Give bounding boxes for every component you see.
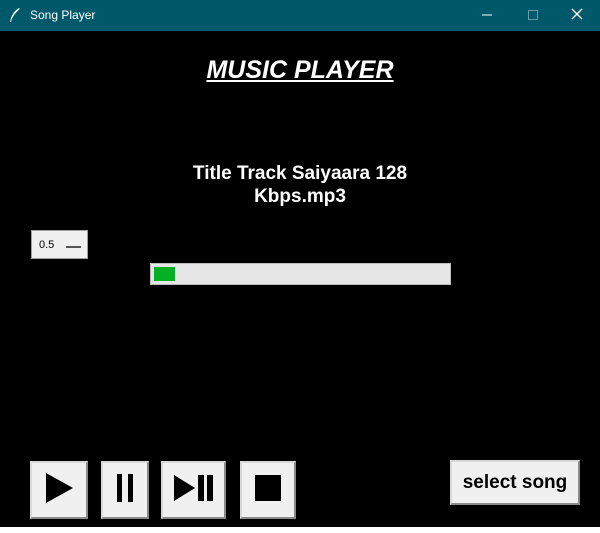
close-icon — [571, 7, 583, 25]
play-pause-button[interactable] — [161, 461, 226, 519]
select-song-button[interactable]: select song — [450, 460, 580, 505]
song-title: Title Track Saiyaara 128 Kbps.mp3 — [192, 163, 408, 207]
close-button[interactable] — [554, 0, 600, 31]
title-bar[interactable]: Song Player — [0, 0, 600, 31]
volume-value: 0.5 — [39, 239, 55, 251]
maximize-button[interactable] — [510, 0, 556, 31]
minimize-button[interactable] — [464, 0, 510, 31]
page-title: MUSIC PLAYER — [206, 56, 394, 84]
minimize-icon — [482, 7, 492, 25]
feather-icon — [8, 7, 22, 23]
progress-fill — [154, 267, 175, 281]
stop-icon — [254, 474, 282, 507]
window-title: Song Player — [30, 8, 96, 22]
pause-icon — [115, 473, 135, 508]
window-bottom-edge — [0, 527, 600, 533]
play-button[interactable] — [30, 461, 88, 519]
maximize-icon — [528, 7, 538, 25]
play-icon — [44, 472, 74, 509]
song-player-window: Song Player MUSIC PLAYER Title Track Sai… — [0, 0, 600, 533]
song-progress-bar[interactable] — [150, 263, 451, 285]
play-pause-icon — [173, 474, 215, 507]
stop-button[interactable] — [240, 461, 296, 519]
option-menu-indicator-icon — [66, 246, 81, 248]
volume-spinbox[interactable]: 0.5 — [31, 230, 88, 259]
pause-button[interactable] — [101, 461, 149, 519]
